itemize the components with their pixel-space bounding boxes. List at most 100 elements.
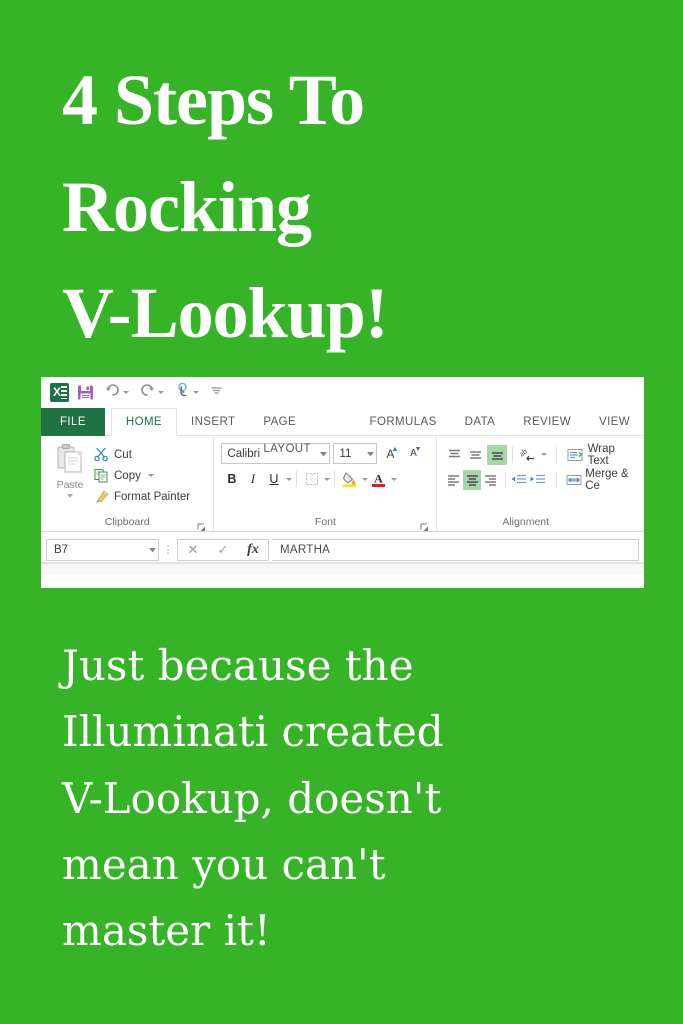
name-box-value: B7 [54,543,69,556]
font-color-icon[interactable]: A [368,469,389,489]
merge-center-button[interactable]: Merge & Ce [566,468,637,492]
cancel-icon[interactable]: ✕ [178,542,208,558]
borders-icon[interactable] [301,469,322,489]
align-top-icon[interactable] [444,445,464,465]
borders-dropdown-icon[interactable] [324,477,331,481]
underline-button[interactable]: U [263,469,284,489]
formula-bar-divider [41,562,644,563]
undo-icon[interactable] [105,383,120,403]
bold-button[interactable]: B [221,469,242,489]
body-line-1: Just because the [62,641,414,690]
format-painter-icon [92,489,110,504]
copy-button[interactable]: Copy [92,465,190,486]
scissors-icon [92,447,110,462]
formula-input[interactable]: MARTHA [272,538,639,561]
italic-button[interactable]: I [242,469,263,489]
copy-label: Copy [114,469,141,482]
cut-label: Cut [114,448,132,461]
font-separator-2 [334,471,336,487]
format-painter-label: Format Painter [114,490,191,503]
tab-page-layout[interactable]: PAGE LAYOUT [249,409,355,455]
formula-bar-handle[interactable]: ⋮ [159,544,177,555]
body-line-4: mean you can't [62,840,386,890]
paste-icon [55,443,85,478]
tab-insert[interactable]: INSERT [177,409,249,436]
tab-data[interactable]: DATA [451,409,510,436]
align-center-icon[interactable] [463,469,482,490]
wrap-text-label: Wrap Text [587,442,615,467]
wrap-text-button[interactable]: Wrap Text [566,442,637,467]
undo-dropdown-icon[interactable] [123,391,129,394]
font-name-dropdown-icon[interactable] [314,448,328,460]
alignment-group-label: Alignment [502,516,550,528]
align-middle-icon[interactable] [466,445,486,465]
paste-dropdown-icon[interactable] [67,494,73,498]
tab-review[interactable]: REVIEW [509,409,585,436]
save-icon[interactable] [77,384,94,401]
copy-icon [92,468,110,483]
paste-button[interactable]: Paste [48,440,92,498]
paste-label: Paste [56,479,84,491]
page-title: 4 Steps To Rocking V-Lookup! [62,47,622,367]
enter-check-icon[interactable]: ✓ [208,542,238,558]
align-left-icon[interactable] [444,470,462,490]
font-separator [296,471,298,487]
ribbon: Paste Cut Copy Format Painter Clipboard … [41,436,644,532]
decrease-indent-icon[interactable] [510,470,528,490]
orientation-icon[interactable]: ab [517,445,537,465]
redo-icon[interactable] [140,383,155,403]
clipboard-group-label: Clipboard [48,515,206,532]
pin-graphic-canvas: { "theme": { "background": "#36b327", "t… [0,0,683,1024]
indent-separator [504,471,506,488]
wrap-text-icon [566,448,584,462]
font-group-label: Font [221,515,429,532]
body-line-3: V-Lookup, doesn't [62,773,442,823]
align-right-icon[interactable] [482,470,500,490]
font-dialog-launcher-icon[interactable] [420,522,429,531]
headline-line-3: V-Lookup! [62,273,389,354]
copy-dropdown-icon[interactable] [147,474,154,477]
redo-dropdown-icon[interactable] [158,391,164,394]
increase-indent-icon[interactable] [529,470,547,490]
font-color-dropdown-icon[interactable] [391,477,398,481]
tab-file[interactable]: FILE [41,408,105,436]
clipboard-dialog-launcher-icon[interactable] [197,522,206,531]
name-box-dropdown-icon[interactable] [149,544,156,556]
orientation-dropdown-icon[interactable] [541,453,548,456]
body-line-5: master it! [62,906,271,956]
decrease-font-size-button[interactable]: A ▼ [403,444,423,463]
ribbon-group-clipboard: Paste Cut Copy Format Painter Clipboard [41,436,213,532]
body-line-2: Illuminati created [62,707,444,757]
quick-access-toolbar [41,377,644,408]
insert-function-icon[interactable]: fx [238,542,268,558]
cut-button[interactable]: Cut [92,444,190,465]
increase-font-size-button[interactable]: A ▲ [380,444,400,463]
svg-text:ab: ab [519,447,529,458]
ribbon-tab-strip: FILE HOME INSERT PAGE LAYOUT FORMULAS DA… [41,408,644,455]
format-painter-button[interactable]: Format Painter [92,486,190,507]
name-box[interactable]: B7 [46,538,159,561]
excel-window-screenshot: FILE HOME INSERT PAGE LAYOUT FORMULAS DA… [41,377,644,588]
font-name-value: Calibri [227,447,260,460]
touch-mode-icon[interactable] [175,382,190,403]
touch-mode-dropdown-icon[interactable] [193,391,199,394]
tab-view[interactable]: VIEW [585,409,644,436]
headline-line-2: Rocking [62,166,312,247]
formula-bar: B7 ⋮ ✕ ✓ fx MARTHA [41,532,644,563]
customize-quick-access-icon[interactable] [210,384,223,402]
alignment-separator [512,446,514,463]
font-size-dropdown-icon[interactable] [361,448,375,460]
underline-dropdown-icon[interactable] [286,477,293,481]
alignment-separator-2 [556,446,558,463]
align-bottom-icon[interactable] [486,444,508,465]
ribbon-group-font: Calibri 11 A ▲ A ▼ B I U A Font [213,436,436,532]
svg-text:A: A [375,472,384,486]
font-size-combobox[interactable]: 11 [333,443,378,464]
font-size-value: 11 [339,447,352,460]
body-copy: Just because the Illuminati created V-Lo… [62,633,662,965]
fill-color-icon[interactable] [339,469,360,489]
tab-formulas[interactable]: FORMULAS [356,409,451,436]
tab-home[interactable]: HOME [110,408,177,436]
ribbon-group-alignment: ab Wrap Text Merge & Ce Alignment [436,436,644,532]
merge-center-icon [566,473,582,487]
